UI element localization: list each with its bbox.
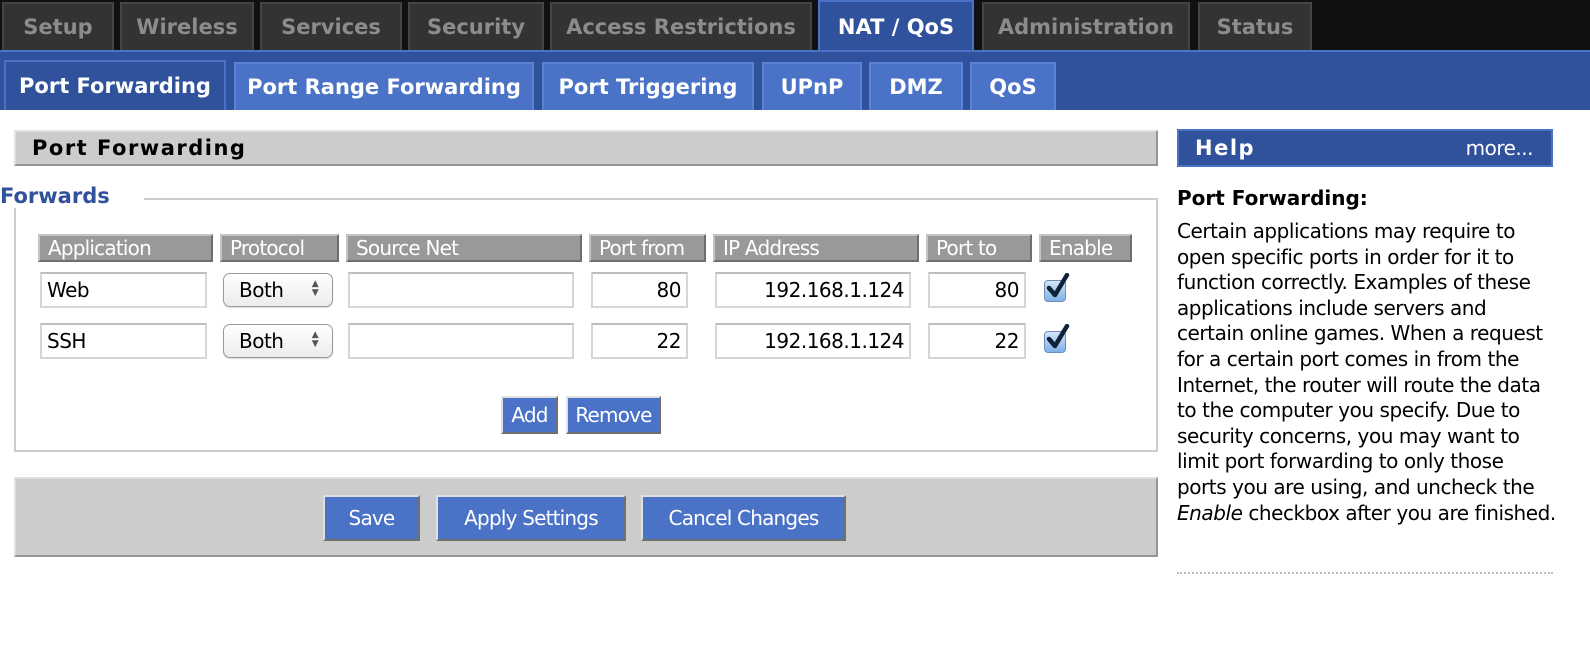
main-tab-access-restrictions[interactable]: Access Restrictions — [550, 2, 812, 50]
main-tab-security[interactable]: Security — [408, 2, 544, 50]
protocol-select[interactable]: Both ▲ ▼ — [223, 324, 333, 358]
column-header-ip-address: IP Address — [713, 234, 919, 262]
forwards-legend: Forwards — [0, 184, 144, 208]
select-arrows-icon: ▲ ▼ — [311, 279, 319, 298]
main-nav: Setup Wireless Services Security Access … — [0, 0, 1590, 52]
help-title: Help — [1195, 136, 1256, 160]
help-header: Help more... — [1177, 129, 1553, 167]
column-header-enable: Enable — [1039, 234, 1132, 262]
main-tab-setup[interactable]: Setup — [2, 2, 114, 50]
add-button[interactable]: Add — [501, 396, 558, 434]
select-arrows-icon: ▲ ▼ — [311, 330, 319, 349]
help-text: Certain applications may require to open… — [1177, 219, 1543, 499]
section-title: Port Forwarding — [14, 130, 1158, 166]
main-tab-services[interactable]: Services — [260, 2, 402, 50]
remove-button[interactable]: Remove — [566, 396, 661, 434]
sub-tab-port-triggering[interactable]: Port Triggering — [542, 62, 754, 110]
main-tab-wireless[interactable]: Wireless — [120, 2, 254, 50]
column-header-application: Application — [38, 234, 213, 262]
sub-nav: Port Forwarding Port Range Forwarding Po… — [0, 50, 1590, 110]
source-net-input[interactable] — [348, 272, 574, 308]
port-from-input[interactable] — [591, 272, 688, 308]
help-heading: Port Forwarding: — [1177, 186, 1368, 210]
column-header-source-net: Source Net — [346, 234, 582, 262]
port-to-input[interactable] — [928, 323, 1026, 359]
column-header-port-to: Port to — [926, 234, 1032, 262]
help-body: Certain applications may require to open… — [1177, 219, 1557, 526]
apply-settings-button[interactable]: Apply Settings — [436, 495, 626, 541]
source-net-input[interactable] — [348, 323, 574, 359]
column-header-protocol: Protocol — [220, 234, 339, 262]
protocol-select[interactable]: Both ▲ ▼ — [223, 273, 333, 307]
cancel-changes-button[interactable]: Cancel Changes — [641, 495, 846, 541]
sub-tab-port-range-forwarding[interactable]: Port Range Forwarding — [234, 62, 534, 110]
protocol-select-value: Both — [239, 278, 284, 302]
column-header-port-from: Port from — [589, 234, 706, 262]
application-input[interactable] — [40, 272, 207, 308]
sub-tab-port-forwarding[interactable]: Port Forwarding — [4, 60, 226, 110]
save-button[interactable]: Save — [323, 495, 420, 541]
ip-address-input[interactable] — [715, 323, 911, 359]
help-divider — [1177, 572, 1553, 574]
ip-address-input[interactable] — [715, 272, 911, 308]
enable-checkbox[interactable] — [1044, 273, 1070, 302]
application-input[interactable] — [40, 323, 207, 359]
port-to-input[interactable] — [928, 272, 1026, 308]
sub-tab-dmz[interactable]: DMZ — [869, 62, 963, 110]
help-more-link[interactable]: more... — [1466, 136, 1534, 160]
enable-checkbox[interactable] — [1044, 324, 1070, 353]
checkmark-icon — [1046, 273, 1070, 298]
main-tab-administration[interactable]: Administration — [982, 2, 1190, 50]
sub-tab-upnp[interactable]: UPnP — [762, 62, 862, 110]
protocol-select-value: Both — [239, 329, 284, 353]
port-from-input[interactable] — [591, 323, 688, 359]
sub-tab-qos[interactable]: QoS — [970, 62, 1056, 110]
checkmark-icon — [1046, 324, 1070, 349]
help-text-emphasis: Enable — [1177, 500, 1243, 525]
help-text: checkbox after you are finished. — [1242, 500, 1556, 525]
main-tab-status[interactable]: Status — [1198, 2, 1312, 50]
main-tab-nat-qos[interactable]: NAT / QoS — [818, 0, 974, 52]
